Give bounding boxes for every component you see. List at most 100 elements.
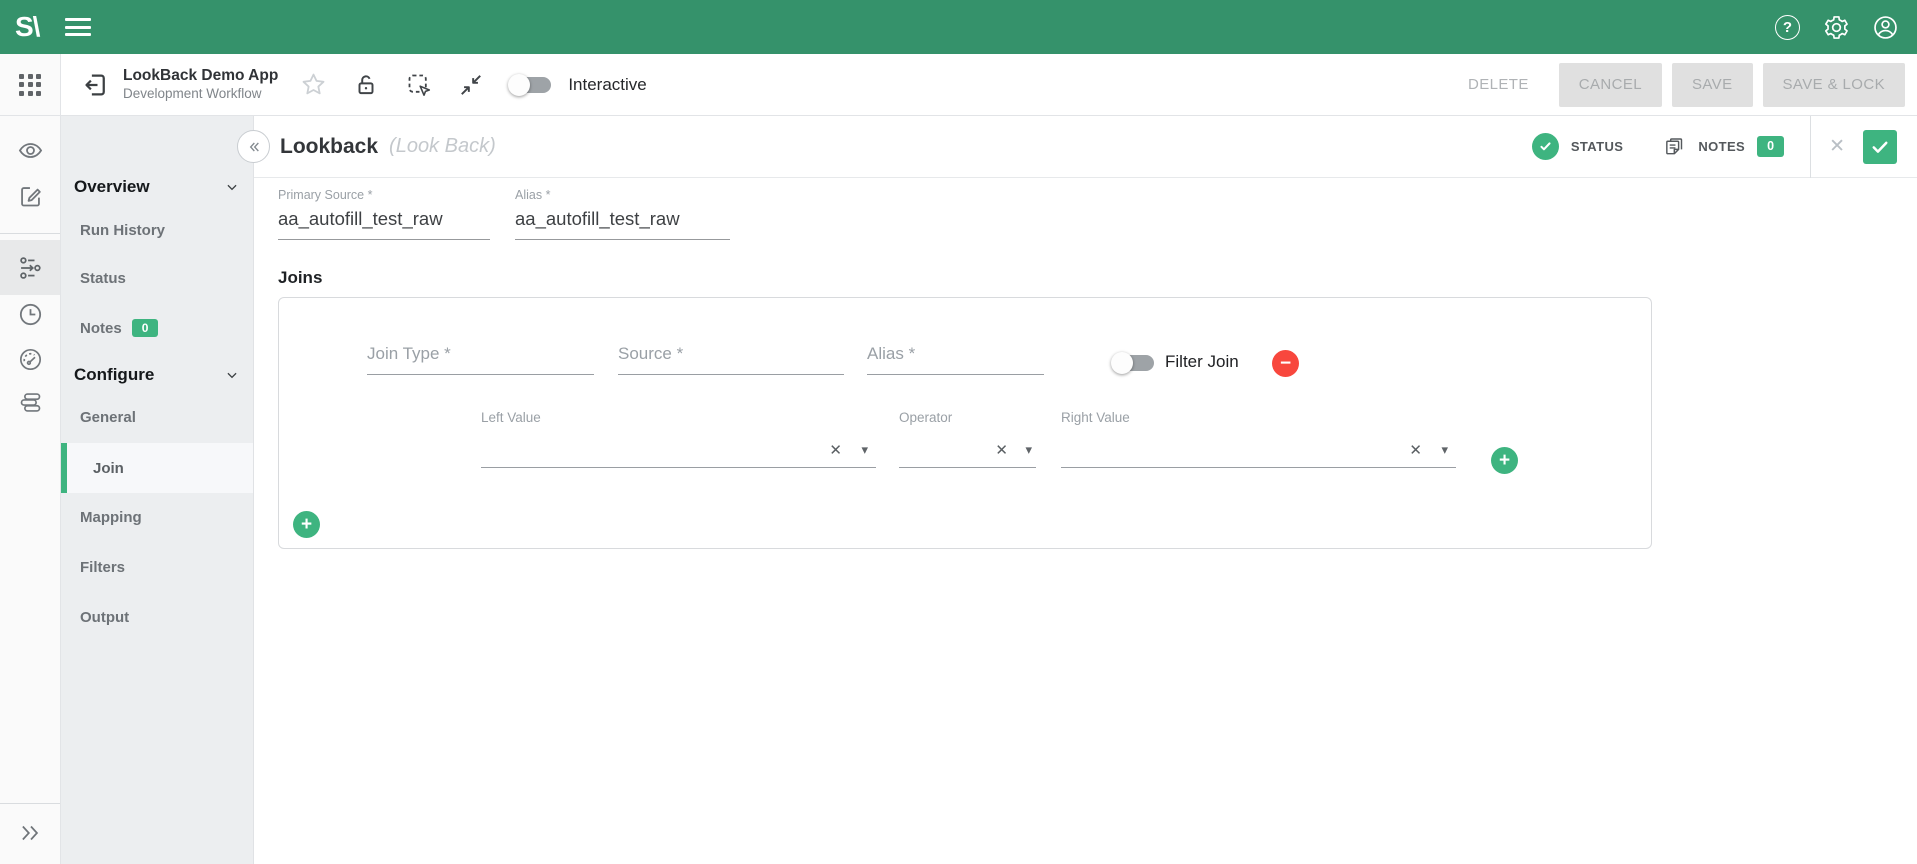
workflow-steps-icon[interactable] [0,254,61,282]
cancel-button[interactable]: CANCEL [1559,63,1662,107]
panel-header: Lookback (Look Back) STATUS NOTES 0 [254,116,1917,178]
operator-select[interactable]: ✕ ▾ [899,430,1036,468]
joins-heading: Joins [278,268,1917,288]
left-value-select[interactable]: ✕ ▾ [481,430,876,468]
add-join-button[interactable]: + [293,511,320,538]
favorite-star-icon[interactable] [300,71,327,98]
hamburger-menu-icon[interactable] [65,18,91,36]
check-icon [1870,137,1890,157]
workflow-type: Development Workflow [123,86,278,103]
notes-count-badge: 0 [1757,136,1784,157]
clear-icon[interactable]: ✕ [829,441,842,459]
filter-join-toggle[interactable] [1111,351,1157,375]
step-title: Lookback [280,135,378,159]
settings-gear-icon[interactable] [1823,14,1850,41]
alias-input[interactable] [515,208,730,240]
join-config-form: Primary Source * Alias * Joins Filter Jo… [254,178,1917,549]
join-source-input[interactable] [618,344,844,375]
double-chevron-left-icon [246,139,262,155]
brand-logo[interactable]: S\ [15,11,39,43]
lock-icon[interactable] [353,72,379,98]
chevron-down-icon [225,368,239,382]
sidebar-section-configure[interactable]: Configure [61,360,253,390]
right-value-select[interactable]: ✕ ▾ [1061,430,1456,468]
app-window: S\ ? [0,0,1917,864]
header-divider [1810,116,1811,178]
workflow-title-block: LookBack Demo App Development Workflow [123,66,278,102]
notes-count-badge: 0 [132,319,159,337]
plus-icon: + [1499,451,1510,470]
notes-label[interactable]: NOTES [1698,139,1745,154]
remove-join-button[interactable]: − [1272,350,1299,377]
sidebar-item-general[interactable]: General [61,403,253,431]
edit-icon[interactable] [0,183,61,210]
sidebar-item-notes[interactable]: Notes 0 [61,314,253,342]
join-alias-input[interactable] [867,344,1044,375]
status-label[interactable]: STATUS [1571,139,1623,154]
top-app-bar: S\ ? [0,0,1917,54]
clear-icon[interactable]: ✕ [1409,441,1422,459]
rail-divider-bottom [0,803,60,804]
account-icon[interactable] [1872,14,1899,41]
interactive-toggle[interactable] [508,73,554,97]
section-label: Overview [74,177,150,197]
sidebar-item-output[interactable]: Output [61,603,253,631]
plus-icon: + [301,515,312,534]
confirm-button[interactable] [1863,130,1897,164]
dropdown-caret-icon[interactable]: ▾ [1025,442,1032,458]
dropdown-caret-icon[interactable]: ▾ [861,442,868,458]
topbar-actions: ? [1774,14,1917,41]
status-ok-icon[interactable] [1532,133,1559,160]
collapse-fullscreen-icon[interactable] [458,72,484,98]
marquee-select-icon[interactable] [405,71,432,98]
join-type-input[interactable] [367,344,594,375]
alias-label: Alias * [515,188,730,202]
help-icon[interactable]: ? [1774,14,1801,41]
icon-rail [0,116,61,864]
sidebar-item-run-history[interactable]: Run History [61,216,253,244]
add-condition-button[interactable]: + [1491,447,1518,474]
joins-panel: Filter Join − Left Value Operator Right … [278,297,1652,549]
help-glyph: ? [1783,19,1792,36]
alias-field-group: Alias * [515,188,730,240]
expand-rail-icon[interactable] [0,820,61,846]
primary-source-field-group: Primary Source * [278,188,490,240]
filter-join-label: Filter Join [1165,352,1239,372]
sidebar-item-join[interactable]: Join [61,443,253,493]
config-sidebar: Overview Run History Status Notes 0 Conf… [61,116,254,864]
delete-button[interactable]: DELETE [1448,63,1549,107]
step-subtitle: (Look Back) [389,135,496,158]
clear-icon[interactable]: ✕ [995,441,1008,459]
dropdown-caret-icon[interactable]: ▾ [1441,442,1448,458]
save-lock-button[interactable]: SAVE & LOCK [1763,63,1906,107]
dashboard-gauge-icon[interactable] [0,346,61,373]
rail-divider-top [0,233,60,234]
chevron-down-icon [225,180,239,194]
exit-workflow-icon[interactable] [80,70,110,100]
data-stack-icon[interactable] [0,389,61,416]
section-label: Configure [74,365,154,385]
sidebar-item-mapping[interactable]: Mapping [61,503,253,531]
interactive-label: Interactive [568,75,646,95]
minus-icon: − [1280,354,1291,373]
panel-header-actions: STATUS NOTES 0 ✕ [1532,116,1917,177]
collapse-panel-button[interactable] [237,130,270,163]
history-clock-icon[interactable] [0,301,61,328]
notes-icon[interactable] [1663,135,1686,158]
preview-eye-icon[interactable] [0,137,61,164]
sidebar-section-overview[interactable]: Overview [61,172,253,202]
close-icon[interactable]: ✕ [1825,135,1849,158]
workflow-name: LookBack Demo App [123,66,278,85]
primary-source-label: Primary Source * [278,188,490,202]
workflow-toolbar: LookBack Demo App Development Workflow [0,54,1917,116]
left-value-label: Left Value [481,410,541,425]
save-button[interactable]: SAVE [1672,63,1753,107]
primary-source-input[interactable] [278,208,490,240]
toolbar-buttons: DELETE CANCEL SAVE SAVE & LOCK [1448,63,1917,107]
right-value-label: Right Value [1061,410,1130,425]
apps-grid-icon[interactable] [0,54,61,115]
operator-label: Operator [899,410,952,425]
sidebar-item-status[interactable]: Status [61,264,253,292]
main-panel: Lookback (Look Back) STATUS NOTES 0 [254,116,1917,864]
sidebar-item-filters[interactable]: Filters [61,553,253,581]
